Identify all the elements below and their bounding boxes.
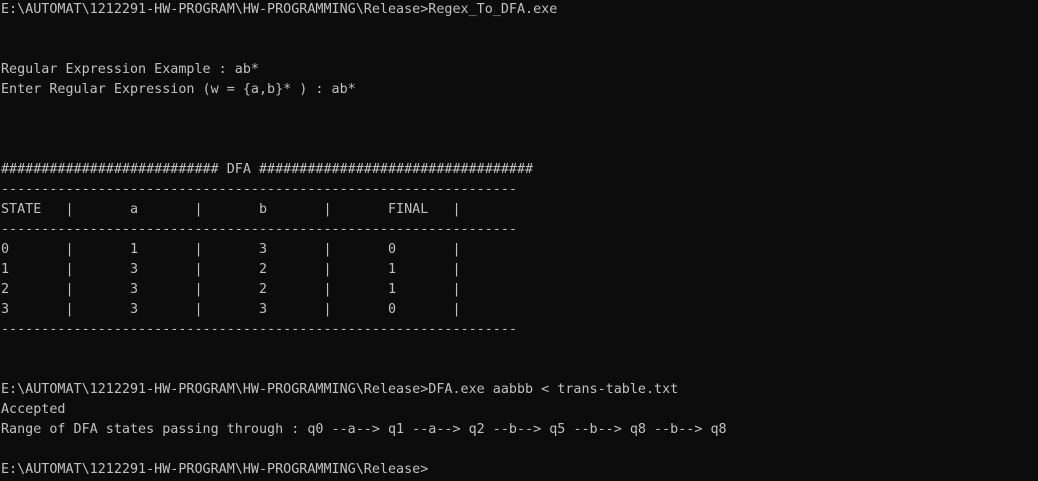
table-header-row: STATE | a | b | FINAL | bbox=[1, 202, 461, 217]
table-separator: ----------------------------------------… bbox=[1, 222, 517, 237]
table-row: 0 | 1 | 3 | 0 | bbox=[1, 242, 461, 257]
table-row: 1 | 3 | 2 | 1 | bbox=[1, 262, 461, 277]
command-line-dfa-exe: E:\AUTOMAT\1212291-HW-PROGRAM\HW-PROGRAM… bbox=[1, 382, 679, 397]
table-separator: ----------------------------------------… bbox=[1, 182, 517, 197]
regex-example-line: Regular Expression Example : ab* bbox=[1, 62, 259, 77]
command-line-regex-to-dfa: E:\AUTOMAT\1212291-HW-PROGRAM\HW-PROGRAM… bbox=[1, 2, 558, 17]
table-row: 3 | 3 | 3 | 0 | bbox=[1, 302, 461, 317]
console-window[interactable]: E:\AUTOMAT\1212291-HW-PROGRAM\HW-PROGRAM… bbox=[0, 0, 1038, 481]
table-row: 2 | 3 | 2 | 1 | bbox=[1, 282, 461, 297]
dfa-header-line: ########################### DFA ########… bbox=[1, 162, 534, 177]
table-separator: ----------------------------------------… bbox=[1, 322, 517, 337]
command-prompt[interactable]: E:\AUTOMAT\1212291-HW-PROGRAM\HW-PROGRAM… bbox=[1, 460, 1038, 480]
result-line: Accepted bbox=[1, 402, 66, 417]
state-path-line: Range of DFA states passing through : q0… bbox=[1, 422, 727, 437]
regex-input-line: Enter Regular Expression (w = {a,b}* ) :… bbox=[1, 82, 356, 97]
